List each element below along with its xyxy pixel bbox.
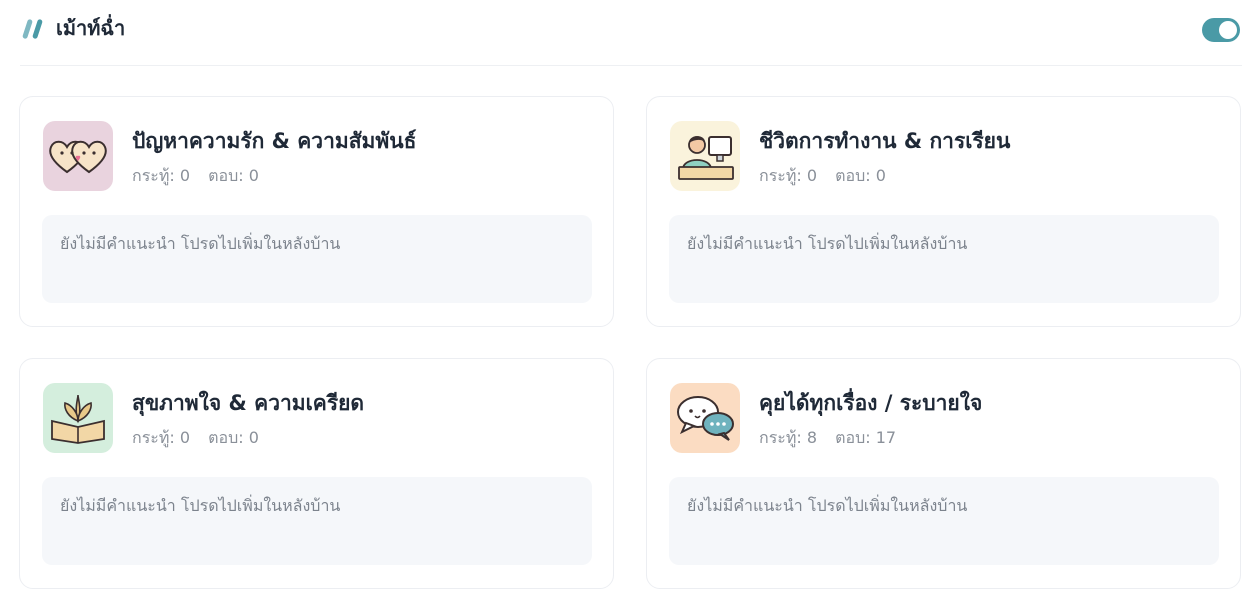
category-title[interactable]: คุยได้ทุกเรื่อง / ระบายใจ — [759, 387, 982, 420]
topic-count: กระทู้: 0 — [132, 428, 191, 447]
double-slash-logo-icon — [22, 19, 43, 39]
category-title[interactable]: ปัญหาความรัก & ความสัมพันธ์ — [132, 125, 416, 158]
reply-count: ตอบ: 17 — [835, 428, 897, 447]
category-card-work[interactable]: ชีวิตการทำงาน & การเรียน กระทู้: 0 ตอบ: 0… — [646, 96, 1241, 327]
empty-notice: ยังไม่มีคำแนะนำ โปรดไปเพิ่มในหลังบ้าน — [42, 477, 592, 565]
page-header: เม้าท์ฉ่ำ — [20, 0, 1242, 66]
hearts-icon[interactable] — [43, 121, 113, 191]
category-title[interactable]: สุขภาพใจ & ความเครียด — [132, 387, 364, 420]
topic-count: กระทู้: 0 — [132, 166, 191, 185]
category-stats: กระทู้: 0 ตอบ: 0 — [132, 426, 259, 451]
empty-notice: ยังไม่มีคำแนะนำ โปรดไปเพิ่มในหลังบ้าน — [669, 215, 1219, 303]
toggle-knob — [1219, 21, 1237, 39]
empty-notice: ยังไม่มีคำแนะนำ โปรดไปเพิ่มในหลังบ้าน — [42, 215, 592, 303]
reply-count: ตอบ: 0 — [208, 166, 259, 185]
section-title: เม้าท์ฉ่ำ — [56, 16, 126, 40]
topic-count: กระทู้: 8 — [759, 428, 818, 447]
empty-notice: ยังไม่มีคำแนะนำ โปรดไปเพิ่มในหลังบ้าน — [669, 477, 1219, 565]
category-title[interactable]: ชีวิตการทำงาน & การเรียน — [759, 125, 1010, 158]
section-toggle[interactable] — [1202, 18, 1240, 42]
topic-count: กระทู้: 0 — [759, 166, 818, 185]
category-card-general[interactable]: คุยได้ทุกเรื่อง / ระบายใจ กระทู้: 8 ตอบ: … — [646, 358, 1241, 589]
person-at-computer-icon[interactable] — [670, 121, 740, 191]
book-plant-icon[interactable] — [43, 383, 113, 453]
category-stats: กระทู้: 8 ตอบ: 17 — [759, 426, 896, 451]
reply-count: ตอบ: 0 — [208, 428, 259, 447]
category-stats: กระทู้: 0 ตอบ: 0 — [759, 164, 886, 189]
category-card-love[interactable]: ปัญหาความรัก & ความสัมพันธ์ กระทู้: 0 ตอบ… — [19, 96, 614, 327]
reply-count: ตอบ: 0 — [835, 166, 886, 185]
category-card-mental-health[interactable]: สุขภาพใจ & ความเครียด กระทู้: 0 ตอบ: 0 ยั… — [19, 358, 614, 589]
category-stats: กระทู้: 0 ตอบ: 0 — [132, 164, 259, 189]
chat-bubbles-icon[interactable] — [670, 383, 740, 453]
